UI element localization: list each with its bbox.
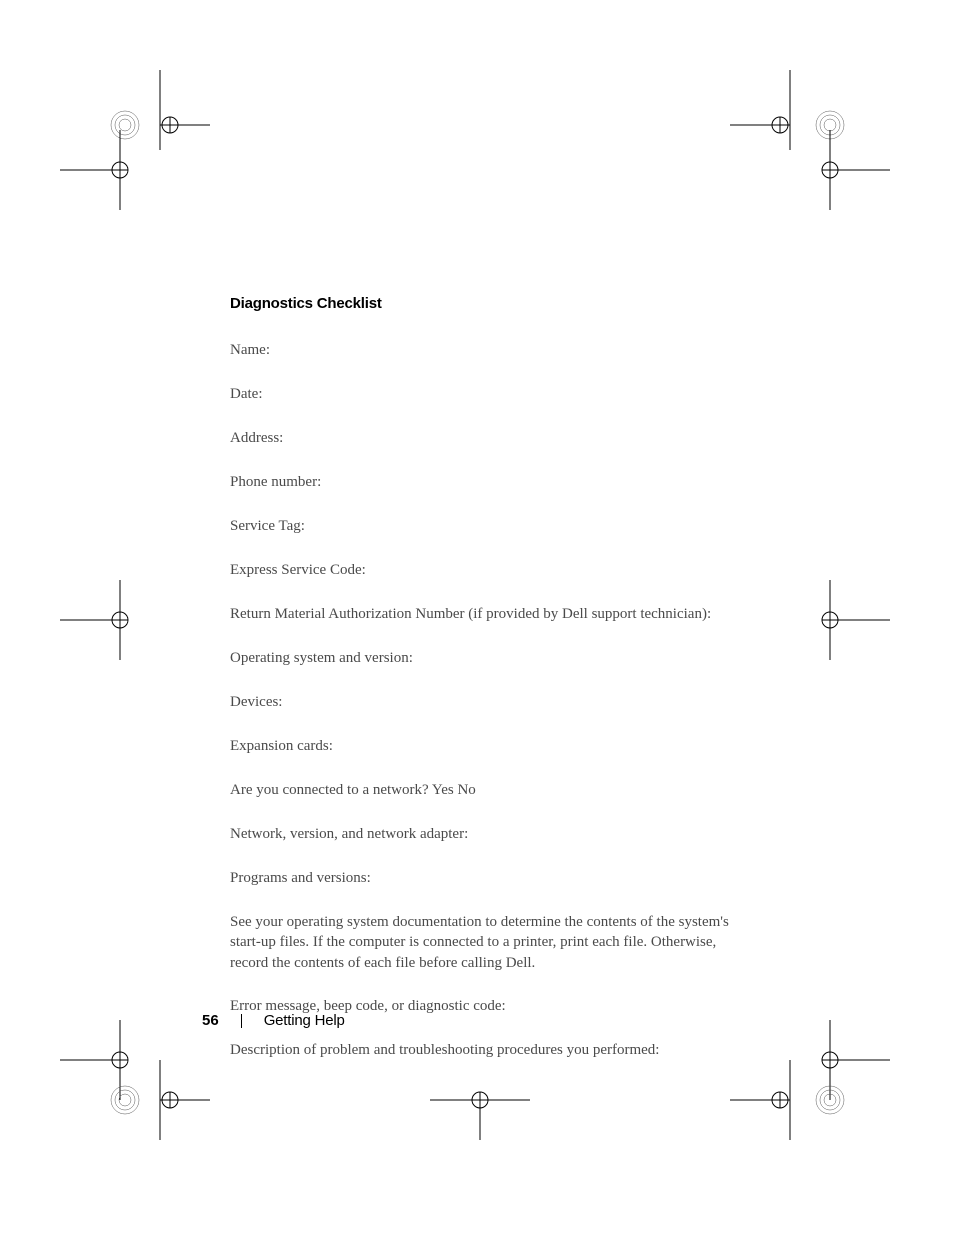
crop-mark-icon [60,580,160,660]
checklist-field: Programs and versions: [230,868,750,889]
checklist-field: Phone number: [230,472,750,493]
checklist-field: Are you connected to a network? Yes No [230,780,750,801]
crop-mark-icon [790,130,890,210]
footer-separator [241,1014,242,1028]
crop-mark-icon [790,580,890,660]
checklist-heading: Diagnostics Checklist [230,295,750,312]
crop-mark-icon [70,1060,210,1140]
checklist-field: Service Tag: [230,516,750,537]
checklist-field: Network, version, and network adapter: [230,824,750,845]
section-title: Getting Help [264,1012,345,1029]
checklist-field: Name: [230,340,750,361]
checklist-paragraph: See your operating system documentation … [230,912,750,973]
checklist-field: Date: [230,384,750,405]
crop-mark-icon [60,1020,160,1100]
crop-mark-icon [730,70,890,150]
checklist-field: Operating system and version: [230,648,750,669]
checklist-field: Express Service Code: [230,560,750,581]
crop-mark-icon [790,1020,890,1100]
checklist-field: Expansion cards: [230,736,750,757]
checklist-field: Description of problem and troubleshooti… [230,1040,750,1061]
checklist-field: Return Material Authorization Number (if… [230,604,750,625]
page-content: Diagnostics Checklist Name: Date: Addres… [230,295,750,1084]
page-number: 56 [202,1012,219,1029]
crop-mark-icon [70,70,210,150]
checklist-field: Address: [230,428,750,449]
crop-mark-icon [60,130,160,210]
crop-mark-icon [730,1060,890,1140]
checklist-field: Devices: [230,692,750,713]
page-footer: 56 Getting Help [202,1012,345,1029]
